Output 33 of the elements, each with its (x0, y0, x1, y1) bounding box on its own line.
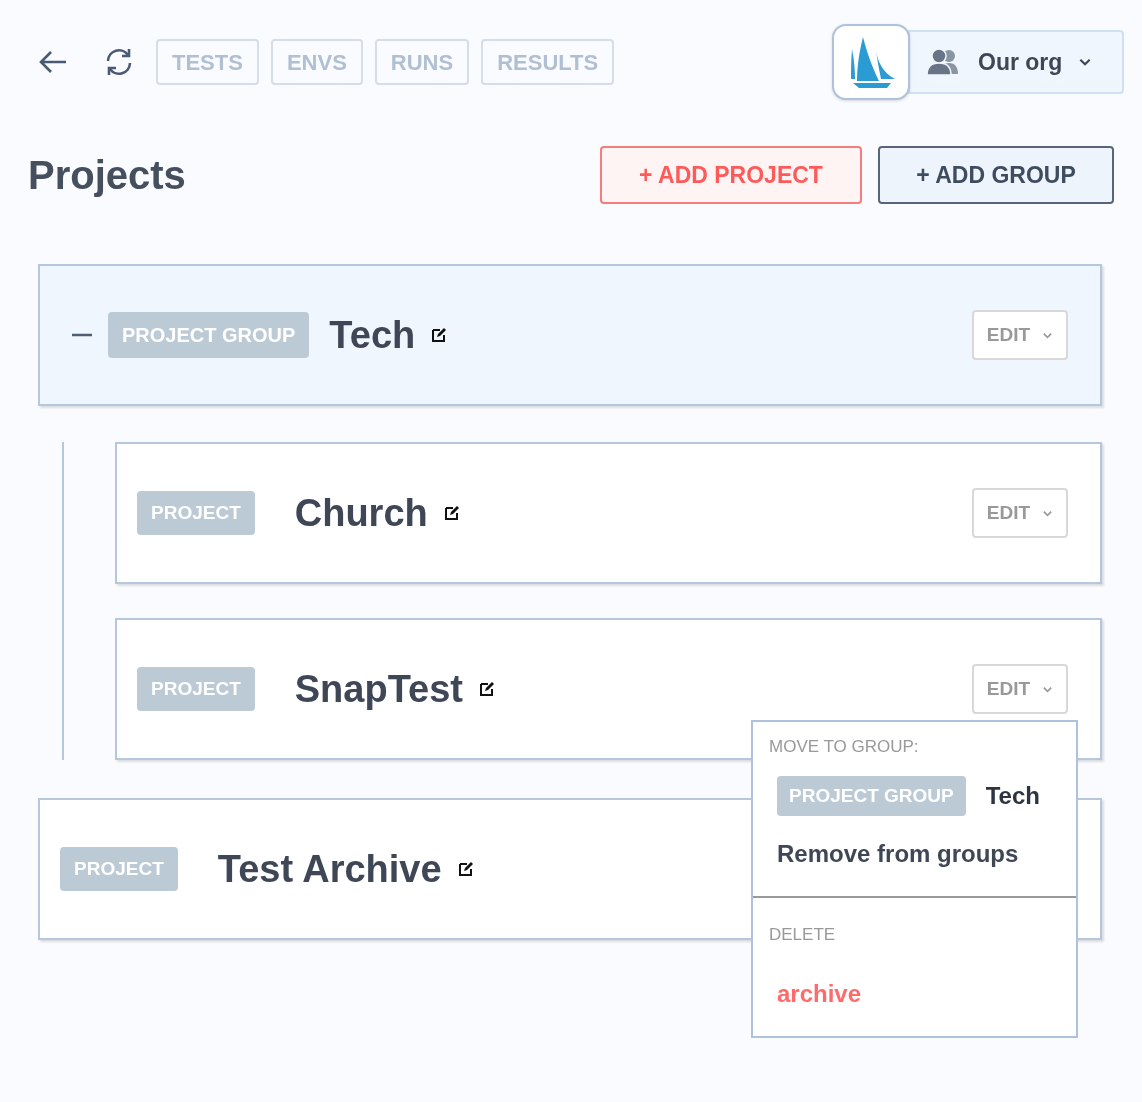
group-name: Tech (329, 312, 416, 358)
nav-tab[interactable]: RESULTS (481, 39, 615, 85)
back-arrow-icon[interactable] (38, 50, 68, 74)
add-group-button[interactable]: + ADD GROUP (878, 146, 1114, 204)
page-title: Projects (28, 152, 186, 199)
add-project-button[interactable]: + ADD PROJECT (600, 146, 862, 204)
menu-heading: MOVE TO GROUP: (769, 736, 920, 758)
edit-icon[interactable] (431, 327, 448, 343)
nav-tab[interactable]: ENVS (270, 39, 363, 85)
org-dropdown[interactable]: Our org (908, 30, 1124, 94)
menu-item[interactable]: Remove from groups (769, 836, 1060, 872)
nav-tab[interactable]: RUNS (374, 39, 470, 85)
group-badge: PROJECT GROUP (108, 312, 310, 358)
menu-item[interactable]: PROJECT GROUP Tech (769, 775, 1060, 816)
edit-button[interactable]: EDIT (972, 488, 1068, 538)
group-name: Tech (985, 780, 1040, 811)
edit-icon[interactable] (457, 861, 474, 877)
refresh-icon[interactable] (104, 47, 134, 77)
menu-item[interactable]: archive (769, 975, 1060, 1012)
project-name: SnapTest (294, 666, 463, 712)
project-name: Test Archive (217, 846, 442, 892)
project-badge: PROJECT (137, 490, 255, 536)
project-name: Church (294, 490, 428, 536)
edit-button[interactable]: EDIT (972, 664, 1068, 714)
nav-tab[interactable]: TESTS (156, 39, 259, 85)
edit-icon[interactable] (478, 681, 495, 697)
edit-button[interactable]: EDIT (972, 310, 1068, 360)
logo-icon[interactable] (832, 24, 910, 100)
project-badge: PROJECT (60, 846, 178, 892)
project-badge: PROJECT (137, 666, 255, 712)
menu-heading: DELETE (769, 924, 837, 946)
group-badge: PROJECT GROUP (777, 775, 966, 816)
edit-icon[interactable] (443, 505, 460, 521)
